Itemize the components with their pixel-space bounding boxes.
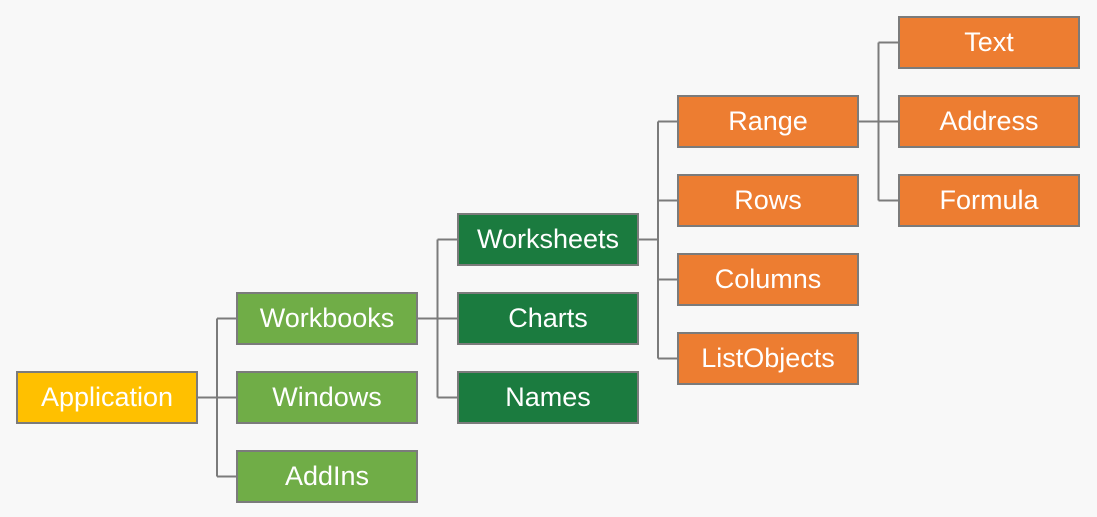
node-names: Names: [457, 371, 639, 424]
node-workbooks: Workbooks: [236, 292, 418, 345]
node-formula: Formula: [898, 174, 1080, 227]
node-text: Text: [898, 16, 1080, 69]
node-columns: Columns: [677, 253, 859, 306]
node-worksheets: Worksheets: [457, 213, 639, 266]
node-listobjects: ListObjects: [677, 332, 859, 385]
node-rows: Rows: [677, 174, 859, 227]
node-windows: Windows: [236, 371, 418, 424]
node-application: Application: [16, 371, 198, 424]
node-address: Address: [898, 95, 1080, 148]
node-addins: AddIns: [236, 450, 418, 503]
node-range: Range: [677, 95, 859, 148]
node-charts: Charts: [457, 292, 639, 345]
